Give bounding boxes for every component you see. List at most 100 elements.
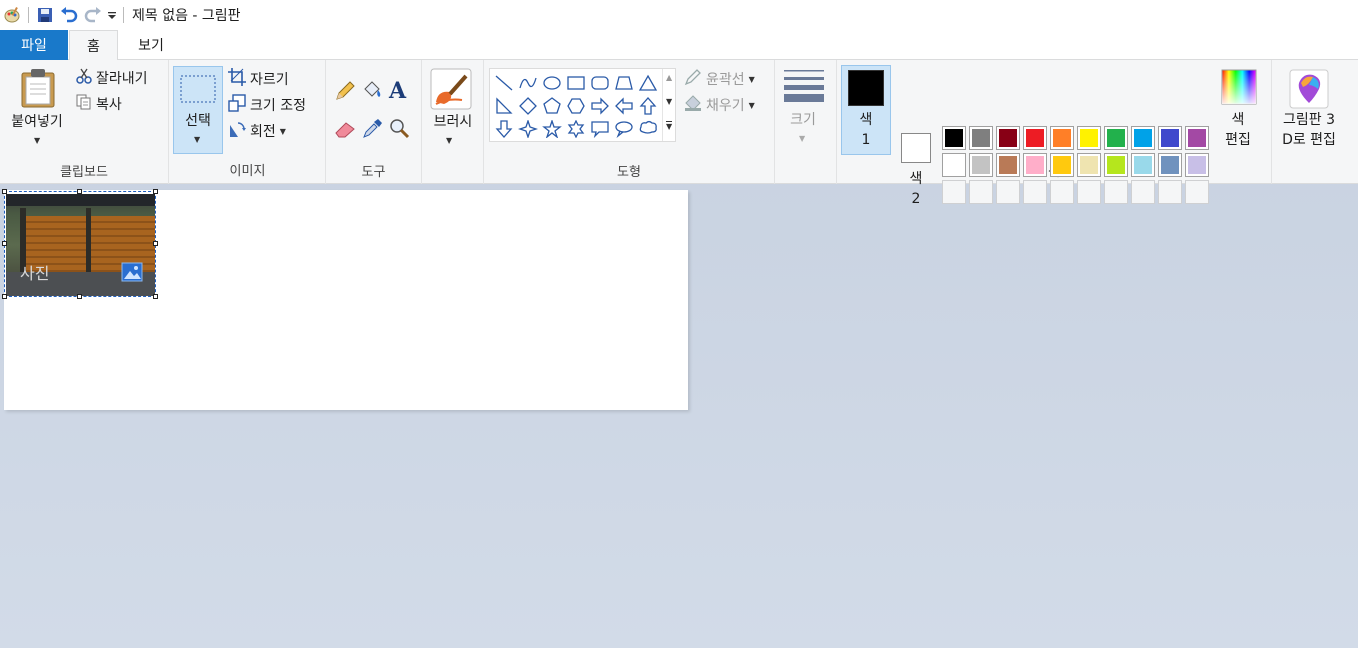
select-button[interactable]: 선택 ▼ xyxy=(173,66,223,154)
save-icon[interactable] xyxy=(33,3,57,27)
resize-handle[interactable] xyxy=(153,294,158,299)
custom-color-slot[interactable] xyxy=(942,180,966,204)
resize-handle[interactable] xyxy=(77,294,82,299)
palette-swatch[interactable] xyxy=(1050,126,1074,150)
oval-callout-shape-icon[interactable] xyxy=(612,117,636,140)
paint-app-icon[interactable] xyxy=(0,3,24,27)
custom-color-slot[interactable] xyxy=(969,180,993,204)
left-arrow-shape-icon[interactable] xyxy=(612,94,636,117)
chevron-down-icon: ▼ xyxy=(799,134,806,143)
palette-swatch[interactable] xyxy=(1104,126,1128,150)
redo-icon[interactable] xyxy=(81,3,105,27)
right-triangle-shape-icon[interactable] xyxy=(492,94,516,117)
palette-swatch[interactable] xyxy=(1050,153,1074,177)
line-width-icon[interactable] xyxy=(784,69,824,107)
hexagon-shape-icon[interactable] xyxy=(564,94,588,117)
custom-color-slot[interactable] xyxy=(996,180,1020,204)
rounded-rectangle-shape-icon[interactable] xyxy=(588,71,612,94)
customize-toolbar-icon[interactable] xyxy=(105,3,119,27)
expand-gallery-icon[interactable]: ▼ xyxy=(666,121,673,131)
palette-swatch[interactable] xyxy=(969,153,993,177)
palette-swatch[interactable] xyxy=(1185,126,1209,150)
palette-swatch[interactable] xyxy=(1104,153,1128,177)
palette-swatch[interactable] xyxy=(1185,153,1209,177)
palette-swatch[interactable] xyxy=(942,153,966,177)
palette-swatch[interactable] xyxy=(996,126,1020,150)
resize-handle[interactable] xyxy=(77,189,82,194)
paste-button[interactable]: 붙여넣기 ▼ xyxy=(4,64,70,150)
outline-button[interactable]: 윤곽선 ▼ xyxy=(684,68,755,90)
line-shape-icon[interactable] xyxy=(492,71,516,94)
custom-color-slot[interactable] xyxy=(1050,180,1074,204)
resize-button[interactable]: 크기 조정 xyxy=(228,94,306,116)
palette-swatch[interactable] xyxy=(1023,126,1047,150)
cut-button[interactable]: 잘라내기 xyxy=(76,68,148,88)
palette-swatch[interactable] xyxy=(942,126,966,150)
down-arrow-shape-icon[interactable] xyxy=(492,117,516,140)
outline-pencil-icon xyxy=(684,68,702,90)
custom-color-slot[interactable] xyxy=(1104,180,1128,204)
magnifier-icon[interactable] xyxy=(389,118,411,144)
color1-button[interactable]: 색 1 xyxy=(841,65,891,155)
custom-color-slot[interactable] xyxy=(1158,180,1182,204)
color-picker-icon[interactable] xyxy=(361,118,383,144)
scroll-up-icon[interactable]: ▲ xyxy=(666,73,672,82)
palette-swatch[interactable] xyxy=(996,153,1020,177)
rotate-button[interactable]: 회전 ▼ xyxy=(228,120,286,142)
edit-colors-button[interactable]: 색 편집 xyxy=(1216,66,1260,156)
five-point-star-shape-icon[interactable] xyxy=(540,117,564,140)
selection-outline[interactable] xyxy=(2,189,158,299)
oval-shape-icon[interactable] xyxy=(540,71,564,94)
custom-color-slot[interactable] xyxy=(1185,180,1209,204)
palette-swatch[interactable] xyxy=(1077,126,1101,150)
rectangle-shape-icon[interactable] xyxy=(564,71,588,94)
palette-swatch[interactable] xyxy=(1158,126,1182,150)
palette-swatch[interactable] xyxy=(1131,126,1155,150)
diamond-shape-icon[interactable] xyxy=(516,94,540,117)
palette-swatch[interactable] xyxy=(1023,153,1047,177)
resize-handle[interactable] xyxy=(2,241,7,246)
custom-color-slot[interactable] xyxy=(1023,180,1047,204)
resize-handle[interactable] xyxy=(153,241,158,246)
pentagon-shape-icon[interactable] xyxy=(540,94,564,117)
palette-swatch[interactable] xyxy=(969,126,993,150)
fill-bucket-icon[interactable] xyxy=(361,79,383,105)
resize-handle[interactable] xyxy=(2,294,7,299)
brush-button[interactable] xyxy=(430,68,472,110)
text-tool-icon[interactable]: A xyxy=(389,78,406,104)
size-label[interactable]: 크기 xyxy=(775,110,831,130)
tab-file[interactable]: 파일 xyxy=(0,30,68,60)
palette-swatch[interactable] xyxy=(1158,153,1182,177)
pencil-icon[interactable] xyxy=(334,80,356,106)
custom-color-slot[interactable] xyxy=(1077,180,1101,204)
polygon-shape-icon[interactable] xyxy=(612,71,636,94)
resize-handle[interactable] xyxy=(153,189,158,194)
fill-button[interactable]: 채우기 ▼ xyxy=(684,94,755,116)
rotate-icon xyxy=(228,120,246,142)
tools-group: A 도구 xyxy=(326,60,422,184)
shapes-gallery-scrollbar[interactable]: ▲ ▼ ▼ xyxy=(662,69,675,141)
copy-button[interactable]: 복사 xyxy=(76,94,122,114)
four-point-star-shape-icon[interactable] xyxy=(516,117,540,140)
triangle-shape-icon[interactable] xyxy=(636,71,660,94)
rect-callout-shape-icon[interactable] xyxy=(588,117,612,140)
palette-swatch[interactable] xyxy=(1131,153,1155,177)
six-point-star-shape-icon[interactable] xyxy=(564,117,588,140)
custom-color-slot[interactable] xyxy=(1131,180,1155,204)
eraser-icon[interactable] xyxy=(334,118,356,144)
up-arrow-shape-icon[interactable] xyxy=(636,94,660,117)
scroll-down-icon[interactable]: ▼ xyxy=(666,97,672,106)
curve-shape-icon[interactable] xyxy=(516,71,540,94)
crop-button[interactable]: 자르기 xyxy=(228,68,289,90)
resize-handle[interactable] xyxy=(2,189,7,194)
color2-button[interactable]: 색 2 xyxy=(893,125,939,215)
tab-home[interactable]: 홈 xyxy=(69,30,118,61)
palette-swatch[interactable] xyxy=(1077,153,1101,177)
right-arrow-shape-icon[interactable] xyxy=(588,94,612,117)
tab-view[interactable]: 보기 xyxy=(120,30,182,60)
edit-with-paint3d-button[interactable]: 그림판 3 D로 편집 xyxy=(1274,66,1344,156)
cloud-callout-shape-icon[interactable] xyxy=(636,117,660,140)
undo-icon[interactable] xyxy=(57,3,81,27)
copy-icon xyxy=(76,94,92,114)
color1-number: 1 xyxy=(861,132,871,148)
